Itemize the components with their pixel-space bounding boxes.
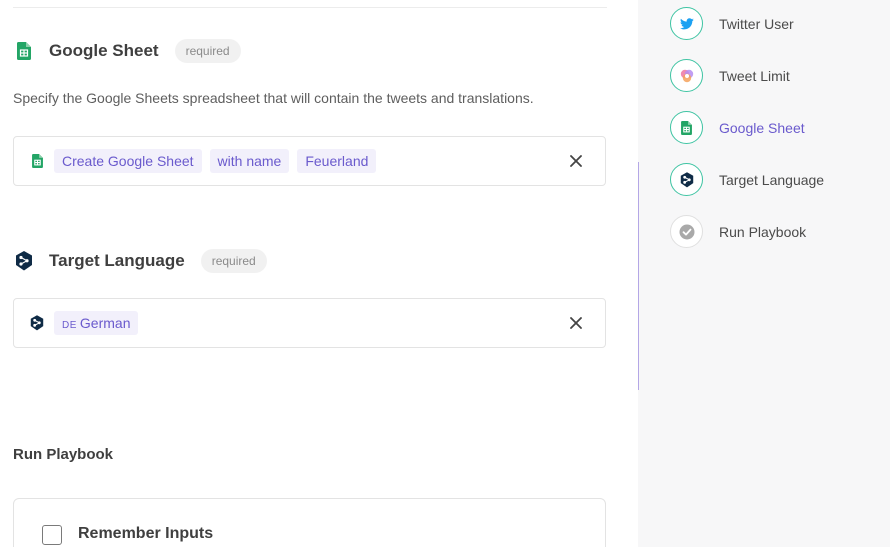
sidebar-scroll-indicator (638, 162, 639, 390)
google-sheets-icon (13, 40, 35, 62)
required-badge: required (200, 249, 267, 273)
remember-inputs-label[interactable]: Remember Inputs (78, 525, 213, 543)
tweet-limit-icon (670, 59, 703, 92)
language-code: DE (62, 320, 77, 331)
deepl-icon (13, 250, 35, 272)
step-google-sheet[interactable]: Google Sheet (670, 111, 805, 144)
chip-create-google-sheet[interactable]: Create Google Sheet (54, 149, 202, 173)
chip-sheet-name[interactable]: Feuerland (297, 149, 377, 173)
google-sheets-icon (30, 153, 44, 169)
step-tweet-limit[interactable]: Tweet Limit (670, 59, 790, 92)
step-twitter-user[interactable]: Twitter User (670, 7, 794, 40)
chip-with-name[interactable]: with name (209, 149, 290, 173)
step-label: Run Playbook (719, 223, 807, 240)
google-sheet-title: Google Sheet (49, 41, 159, 60)
top-divider (13, 7, 607, 8)
step-target-language[interactable]: Target Language (670, 163, 824, 196)
target-language-field[interactable]: DE German (13, 298, 606, 348)
step-run-playbook[interactable]: Run Playbook (670, 215, 806, 248)
step-label: Google Sheet (719, 119, 805, 136)
required-badge: required (174, 39, 241, 63)
check-icon (670, 215, 703, 248)
step-label: Twitter User (719, 15, 794, 32)
chip-language-german[interactable]: DE German (54, 311, 139, 335)
twitter-icon (670, 7, 703, 40)
deepl-icon (670, 163, 703, 196)
google-sheet-description: Specify the Google Sheets spreadsheet th… (13, 90, 534, 106)
run-playbook-box: Remember Inputs (13, 498, 606, 547)
steps-sidebar: Twitter User Tweet Limit Google Sheet Ta… (638, 0, 890, 547)
step-label: Target Language (719, 171, 825, 188)
clear-target-language-close-icon[interactable] (569, 316, 583, 330)
google-sheet-field[interactable]: Create Google Sheet with name Feuerland (13, 136, 606, 186)
deepl-icon (30, 315, 44, 331)
clear-google-sheet-close-icon[interactable] (569, 154, 583, 168)
step-label: Tweet Limit (719, 67, 790, 84)
main-panel: Google Sheet required Specify the Google… (0, 0, 638, 547)
google-sheets-icon (670, 111, 703, 144)
run-playbook-title: Run Playbook (13, 446, 114, 463)
target-language-title: Target Language (49, 251, 185, 270)
language-label: German (79, 315, 131, 331)
remember-inputs-checkbox[interactable] (42, 525, 62, 545)
target-language-section-header: Target Language required (13, 249, 267, 273)
google-sheet-section-header: Google Sheet required (13, 39, 241, 63)
